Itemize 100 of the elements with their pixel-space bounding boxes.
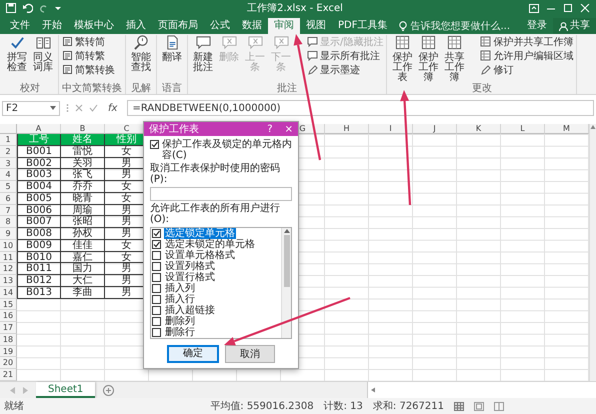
ribbon-tab[interactable]: 公式 (204, 18, 236, 34)
undo-icon[interactable] (23, 3, 33, 13)
row-header[interactable]: 15 (0, 298, 17, 310)
row-header[interactable]: 6 (0, 192, 17, 204)
ribbon-tab[interactable]: PDF工具集 (332, 18, 394, 34)
ribbon-button[interactable]: 修订 (480, 63, 574, 76)
cancel-icon[interactable] (75, 104, 83, 112)
caret-icon[interactable] (55, 5, 61, 11)
row-header[interactable]: 13 (0, 275, 17, 287)
insert-function-button[interactable]: fx (104, 102, 122, 114)
previous-sheet-icon[interactable] (10, 386, 15, 394)
column-header[interactable]: J (413, 124, 457, 134)
row-header[interactable]: 9 (0, 228, 17, 240)
cancel-button[interactable]: 取消 (225, 345, 275, 363)
ribbon-button[interactable]: 保护工作表 (390, 35, 414, 83)
row-header[interactable]: 3 (0, 158, 17, 170)
tell-me-field[interactable]: 告诉我您想要做什么... (410, 20, 516, 32)
row-header[interactable]: 5 (0, 181, 17, 193)
row-header[interactable]: 2 (0, 146, 17, 158)
share-button[interactable]: 共享 (553, 18, 596, 34)
column-header[interactable]: B (61, 124, 105, 134)
ribbon-options-icon[interactable] (529, 4, 539, 12)
row-header[interactable]: 18 (0, 334, 17, 346)
ribbon-tab[interactable]: 视图 (300, 18, 332, 34)
column-header[interactable]: L (501, 124, 545, 134)
vertical-scrollbar[interactable] (589, 124, 596, 381)
ribbon-button[interactable]: 简繁转换 (62, 63, 115, 76)
list-scrollbar[interactable] (281, 228, 291, 338)
permission-item[interactable]: 插入列 (151, 283, 281, 294)
permission-item[interactable]: 删除列 (151, 316, 281, 327)
next-sheet-icon[interactable] (23, 386, 28, 394)
ribbon-button[interactable]: 显示所有批注 (307, 49, 384, 62)
ribbon-button[interactable]: 拼写检查 (5, 35, 29, 83)
page-break-icon[interactable] (494, 402, 504, 410)
up-arrow-icon[interactable] (590, 124, 596, 130)
permission-item[interactable]: 设置行格式 (151, 272, 281, 283)
ribbon-button[interactable]: 简转繁 (62, 49, 115, 62)
row-header[interactable]: 17 (0, 322, 17, 334)
ribbon-button[interactable]: 保护并共享工作簿 (480, 35, 574, 48)
ribbon-tab[interactable]: 页面布局 (152, 18, 204, 34)
close-icon[interactable] (580, 4, 590, 12)
ok-button[interactable]: 确定 (167, 345, 219, 363)
ribbon-tab[interactable]: 插入 (120, 18, 152, 34)
ribbon-tab[interactable]: 开始 (36, 18, 68, 34)
left-arrow-icon[interactable] (370, 387, 376, 393)
ribbon-tab[interactable]: 文件 (4, 18, 36, 34)
row-header[interactable]: 10 (0, 240, 17, 252)
permission-item[interactable]: 插入行 (151, 294, 281, 305)
formula-field[interactable]: =RANDBETWEEN(0,1000000) (127, 100, 594, 116)
column-header[interactable]: M (545, 124, 589, 134)
save-icon[interactable] (6, 3, 16, 13)
permission-item[interactable]: 设置列格式 (151, 261, 281, 272)
row-header[interactable]: 7 (0, 204, 17, 216)
ribbon-button[interactable]: 繁转简 (62, 35, 115, 48)
row-header[interactable]: 16 (0, 310, 17, 322)
permission-item[interactable]: 选定未锁定的单元格 (151, 239, 281, 250)
column-header[interactable]: K (457, 124, 501, 134)
ribbon-button[interactable]: 显示墨迹 (307, 63, 384, 76)
sheet-tab[interactable]: Sheet1 (36, 382, 96, 398)
row-header[interactable]: 21 (0, 369, 17, 381)
column-header[interactable]: I (369, 124, 413, 134)
ribbon-tab[interactable]: 模板中心 (68, 18, 120, 34)
ribbon-tab[interactable]: 数据 (236, 18, 268, 34)
maximize-icon[interactable] (563, 4, 573, 12)
protect-checkbox[interactable]: 保护工作表及锁定的单元格内容(C) (150, 139, 292, 161)
row-header[interactable]: 8 (0, 216, 17, 228)
grid-view-icon[interactable] (454, 402, 464, 410)
horizontal-scrollbar[interactable] (367, 382, 596, 398)
column-header[interactable]: A (17, 124, 61, 134)
help-button[interactable]: ? (267, 124, 273, 134)
permission-item[interactable]: 删除行 (151, 327, 281, 338)
row-header[interactable]: 14 (0, 286, 17, 298)
close-button[interactable]: × (284, 124, 293, 134)
plus-icon[interactable] (103, 384, 114, 396)
row-header[interactable]: 12 (0, 263, 17, 275)
permission-list[interactable]: 选定锁定单元格 选定未锁定的单元格 设置单元格格式 设置列格式 设置行格式 插入列 插入行 插入超链接 删除列 删除行 (150, 227, 292, 339)
row-header[interactable]: 1 (0, 134, 17, 146)
column-header[interactable]: H (325, 124, 369, 134)
redo-icon[interactable] (40, 3, 48, 13)
select-all-button[interactable] (0, 124, 17, 134)
ribbon-button[interactable]: 智能查找 (129, 35, 153, 83)
permission-item[interactable]: 插入超链接 (151, 305, 281, 316)
ribbon-button[interactable]: 翻译 (160, 35, 184, 83)
row-header[interactable]: 11 (0, 252, 17, 264)
ribbon-button[interactable]: 保护工作簿 (416, 35, 440, 83)
ribbon-button[interactable]: 共享工作簿 (442, 35, 466, 83)
row-header[interactable]: 19 (0, 346, 17, 358)
sign-in-link[interactable]: 登录 (521, 18, 553, 34)
page-view-icon[interactable] (474, 402, 484, 410)
ribbon-tab[interactable]: 审阅 (268, 18, 300, 34)
permission-item[interactable]: 设置单元格格式 (151, 250, 281, 261)
ribbon-button[interactable]: 新建批注 (191, 35, 215, 83)
password-field[interactable] (150, 187, 292, 201)
row-header[interactable]: 4 (0, 169, 17, 181)
ribbon-button[interactable]: 允许用户编辑区域 (480, 49, 574, 62)
ribbon-button[interactable]: 同义词库 (31, 35, 55, 83)
name-box[interactable]: F2 (2, 100, 60, 116)
enter-icon[interactable] (89, 104, 98, 112)
row-header[interactable]: 20 (0, 357, 17, 369)
up-arrow-icon[interactable] (284, 229, 290, 233)
